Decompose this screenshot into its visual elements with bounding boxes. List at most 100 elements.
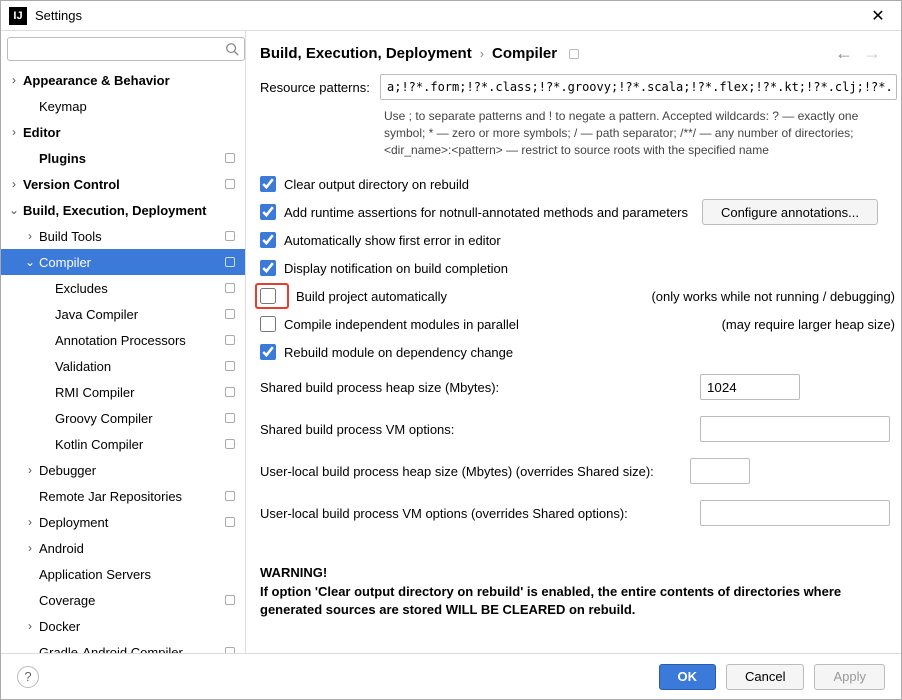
warning-block: WARNING! If option 'Clear output directo… — [260, 564, 901, 619]
sidebar-item-label: Deployment — [37, 515, 108, 530]
help-icon[interactable]: ? — [17, 666, 39, 688]
user-heap-label: User-local build process heap size (Mbyt… — [260, 464, 680, 479]
ok-button[interactable]: OK — [659, 664, 717, 690]
sidebar-item-label: Remote Jar Repositories — [37, 489, 182, 504]
chevron-right-icon: › — [480, 46, 484, 61]
sidebar-item-version-control[interactable]: ›Version Control — [1, 171, 245, 197]
parallel-hint: (may require larger heap size) — [722, 317, 901, 332]
sidebar-item-coverage[interactable]: ·Coverage — [1, 587, 245, 613]
sidebar-item-label: Application Servers — [37, 567, 151, 582]
chevron-down-icon: ⌄ — [7, 203, 21, 217]
sidebar-item-label: Version Control — [21, 177, 120, 192]
configure-annotations-button[interactable]: Configure annotations... — [702, 199, 878, 225]
sidebar-item-groovy-compiler[interactable]: ·Groovy Compiler — [1, 405, 245, 431]
breadcrumb-current: Compiler — [492, 45, 557, 62]
sidebar-item-label: Coverage — [37, 593, 95, 608]
chevron-down-icon: ⌄ — [23, 255, 37, 269]
user-vm-input[interactable] — [700, 500, 890, 526]
chevron-right-icon: › — [23, 229, 37, 243]
parallel-label: Compile independent modules in parallel — [284, 317, 519, 332]
sidebar-item-excludes[interactable]: ·Excludes — [1, 275, 245, 301]
vm-options-input[interactable] — [700, 416, 890, 442]
sidebar-item-keymap[interactable]: ·Keymap — [1, 93, 245, 119]
sidebar-item-label: Annotation Processors — [53, 333, 186, 348]
user-vm-label: User-local build process VM options (ove… — [260, 506, 680, 521]
breadcrumb-parent[interactable]: Build, Execution, Deployment — [260, 45, 472, 62]
app-icon: IJ — [9, 7, 27, 25]
sidebar-item-appearance-behavior[interactable]: ›Appearance & Behavior — [1, 67, 245, 93]
clear-output-checkbox[interactable] — [260, 176, 276, 192]
search-input[interactable] — [7, 37, 245, 61]
sidebar-item-application-servers[interactable]: ·Application Servers — [1, 561, 245, 587]
scope-indicator-icon — [225, 387, 235, 397]
sidebar-item-gradle-android-compiler[interactable]: ·Gradle-Android Compiler — [1, 639, 245, 653]
warning-body: If option 'Clear output directory on reb… — [260, 583, 901, 619]
sidebar-item-label: Build, Execution, Deployment — [21, 203, 206, 218]
scope-indicator-icon — [225, 179, 235, 189]
resource-patterns-input[interactable] — [380, 74, 897, 100]
scope-indicator-icon — [225, 413, 235, 423]
chevron-right-icon: › — [23, 463, 37, 477]
sidebar-item-label: Keymap — [37, 99, 87, 114]
scope-indicator-icon — [225, 439, 235, 449]
add-runtime-checkbox[interactable] — [260, 204, 276, 220]
cancel-button[interactable]: Cancel — [726, 664, 804, 690]
sidebar-item-compiler[interactable]: ⌄Compiler — [1, 249, 245, 275]
scope-indicator-icon — [225, 283, 235, 293]
user-heap-input[interactable] — [690, 458, 750, 484]
apply-button[interactable]: Apply — [814, 664, 885, 690]
content-panel: Build, Execution, Deployment › Compiler … — [246, 31, 901, 653]
close-button[interactable]: ✕ — [863, 6, 893, 26]
auto-error-checkbox[interactable] — [260, 232, 276, 248]
scope-indicator-icon — [225, 231, 235, 241]
sidebar-item-build-tools[interactable]: ›Build Tools — [1, 223, 245, 249]
sidebar-item-label: Editor — [21, 125, 61, 140]
forward-button[interactable]: → — [863, 43, 881, 64]
sidebar-item-label: Docker — [37, 619, 80, 634]
scope-indicator-icon — [225, 257, 235, 267]
notify-build-checkbox[interactable] — [260, 260, 276, 276]
sidebar-item-editor[interactable]: ›Editor — [1, 119, 245, 145]
add-runtime-label: Add runtime assertions for notnull-annot… — [284, 205, 688, 220]
settings-tree: ›Appearance & Behavior·Keymap›Editor·Plu… — [1, 67, 245, 653]
chevron-right-icon: › — [23, 619, 37, 633]
rebuild-dep-checkbox[interactable] — [260, 344, 276, 360]
notify-build-label: Display notification on build completion — [284, 261, 508, 276]
sidebar-item-debugger[interactable]: ›Debugger — [1, 457, 245, 483]
heap-size-input[interactable] — [700, 374, 800, 400]
build-auto-label: Build project automatically — [296, 289, 447, 304]
sidebar-item-validation[interactable]: ·Validation — [1, 353, 245, 379]
sidebar-item-label: Compiler — [37, 255, 91, 270]
sidebar-item-remote-jar-repositories[interactable]: ·Remote Jar Repositories — [1, 483, 245, 509]
sidebar-item-kotlin-compiler[interactable]: ·Kotlin Compiler — [1, 431, 245, 457]
sidebar-item-label: Appearance & Behavior — [21, 73, 170, 88]
sidebar-item-label: Excludes — [53, 281, 108, 296]
scope-indicator-icon — [225, 491, 235, 501]
sidebar-item-label: Java Compiler — [53, 307, 138, 322]
scope-indicator-icon — [569, 49, 579, 59]
build-auto-checkbox[interactable] — [260, 288, 276, 304]
parallel-checkbox[interactable] — [260, 316, 276, 332]
sidebar-item-android[interactable]: ›Android — [1, 535, 245, 561]
titlebar: IJ Settings ✕ — [1, 1, 901, 31]
sidebar-item-label: Debugger — [37, 463, 96, 478]
window-title: Settings — [35, 8, 863, 23]
sidebar-item-label: Validation — [53, 359, 111, 374]
heap-size-label: Shared build process heap size (Mbytes): — [260, 380, 680, 395]
sidebar-item-label: Plugins — [37, 151, 86, 166]
chevron-right-icon: › — [7, 125, 21, 139]
sidebar-item-java-compiler[interactable]: ·Java Compiler — [1, 301, 245, 327]
sidebar-item-annotation-processors[interactable]: ·Annotation Processors — [1, 327, 245, 353]
sidebar-item-plugins[interactable]: ·Plugins — [1, 145, 245, 171]
sidebar-item-build-execution-deployment[interactable]: ⌄Build, Execution, Deployment — [1, 197, 245, 223]
sidebar: ›Appearance & Behavior·Keymap›Editor·Plu… — [1, 31, 246, 653]
sidebar-item-label: Build Tools — [37, 229, 102, 244]
sidebar-item-label: Groovy Compiler — [53, 411, 153, 426]
back-button[interactable]: ← — [835, 43, 853, 64]
sidebar-item-docker[interactable]: ›Docker — [1, 613, 245, 639]
warning-title: WARNING! — [260, 564, 901, 582]
resource-patterns-help: Use ; to separate patterns and ! to nega… — [260, 108, 901, 158]
sidebar-item-rmi-compiler[interactable]: ·RMI Compiler — [1, 379, 245, 405]
sidebar-item-label: Gradle-Android Compiler — [37, 645, 183, 654]
sidebar-item-deployment[interactable]: ›Deployment — [1, 509, 245, 535]
